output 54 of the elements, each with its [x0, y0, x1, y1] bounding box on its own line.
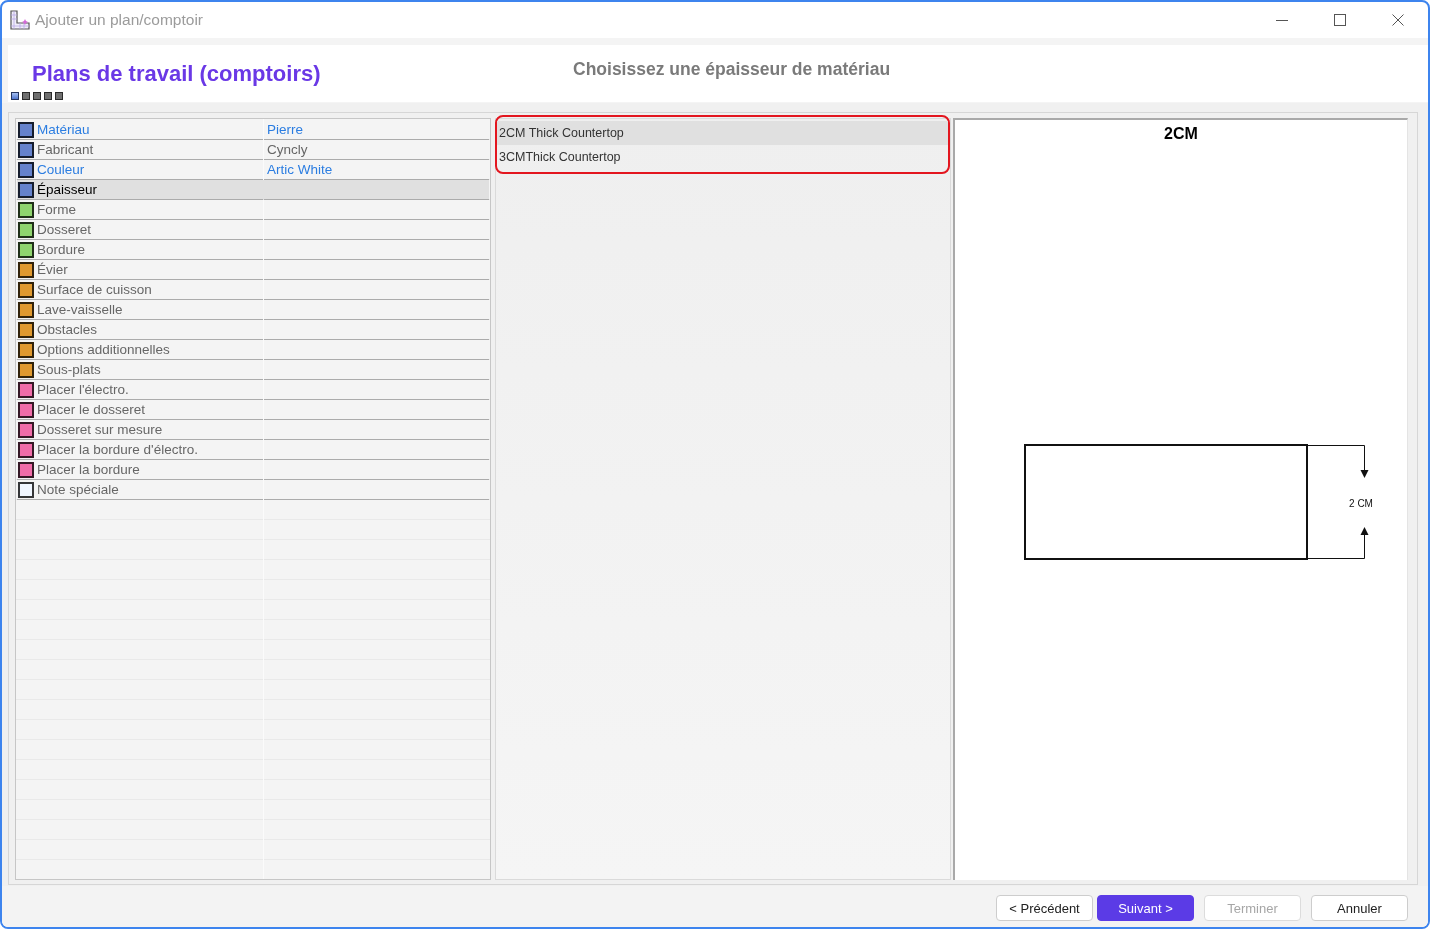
- category-value: Artic White: [267, 161, 333, 178]
- table-row[interactable]: Épaisseur: [17, 180, 489, 200]
- category-label: Obstacles: [37, 321, 98, 338]
- category-label: Dosseret: [37, 221, 92, 238]
- table-row[interactable]: Placer la bordure: [17, 460, 489, 480]
- category-label: Sous-plats: [37, 361, 101, 378]
- table-row[interactable]: Bordure: [17, 240, 489, 260]
- table-row[interactable]: Matériau Pierre: [17, 120, 489, 140]
- table-row[interactable]: Options additionnelles: [17, 340, 489, 360]
- category-label: Lave-vaisselle: [37, 301, 123, 318]
- category-label: Options additionnelles: [37, 341, 170, 358]
- table-row[interactable]: Évier: [17, 260, 489, 280]
- category-value: Cyncly: [267, 141, 308, 158]
- close-icon[interactable]: [1392, 14, 1404, 26]
- table-row[interactable]: Dosseret sur mesure: [17, 420, 489, 440]
- table-row[interactable]: Forme: [17, 200, 489, 220]
- table-row[interactable]: Dosseret: [17, 220, 489, 240]
- category-label: Placer la bordure d'électro.: [37, 441, 198, 458]
- table-row[interactable]: Lave-vaisselle: [17, 300, 489, 320]
- category-label: Placer le dosseret: [37, 401, 146, 418]
- category-label: Forme: [37, 201, 76, 218]
- cancel-button[interactable]: Annuler: [1311, 895, 1408, 921]
- minimize-icon[interactable]: [1276, 19, 1288, 21]
- table-row[interactable]: Placer l'électro.: [17, 380, 489, 400]
- maximize-icon[interactable]: [1334, 14, 1346, 26]
- table-row[interactable]: Fabricant Cyncly: [17, 140, 489, 160]
- category-label: Dosseret sur mesure: [37, 421, 163, 438]
- category-label: Bordure: [37, 241, 86, 258]
- category-label: Évier: [37, 261, 68, 278]
- option-item[interactable]: 3CMThick Countertop: [497, 145, 948, 169]
- dimension-label: 2 CM: [1349, 498, 1373, 509]
- category-label: Couleur: [37, 161, 85, 178]
- category-label: Matériau: [37, 121, 90, 138]
- category-value: Pierre: [267, 121, 303, 138]
- back-button[interactable]: < Précédent: [996, 895, 1093, 921]
- preview-title: 2CM: [1164, 124, 1198, 144]
- page-title: Plans de travail (comptoirs): [32, 61, 321, 87]
- table-row[interactable]: Note spéciale: [17, 480, 489, 500]
- table-row[interactable]: Surface de cuisson: [17, 280, 489, 300]
- table-row[interactable]: Sous-plats: [17, 360, 489, 380]
- category-label: Fabricant: [37, 141, 94, 158]
- category-label: Note spéciale: [37, 481, 119, 498]
- category-label: Épaisseur: [37, 181, 98, 198]
- table-row[interactable]: Placer le dosseret: [17, 400, 489, 420]
- table-row[interactable]: Obstacles: [17, 320, 489, 340]
- set-square-icon: [10, 10, 30, 30]
- next-button[interactable]: Suivant >: [1097, 895, 1194, 921]
- table-row[interactable]: Placer la bordure d'électro.: [17, 440, 489, 460]
- instruction-text: Choisissez une épaisseur de matériau: [573, 59, 891, 80]
- category-label: Surface de cuisson: [37, 281, 152, 298]
- category-label: Placer l'électro.: [37, 381, 129, 398]
- window-title: Ajouter un plan/comptoir: [35, 11, 204, 29]
- option-item[interactable]: 2CM Thick Countertop: [497, 121, 948, 145]
- category-label: Placer la bordure: [37, 461, 140, 478]
